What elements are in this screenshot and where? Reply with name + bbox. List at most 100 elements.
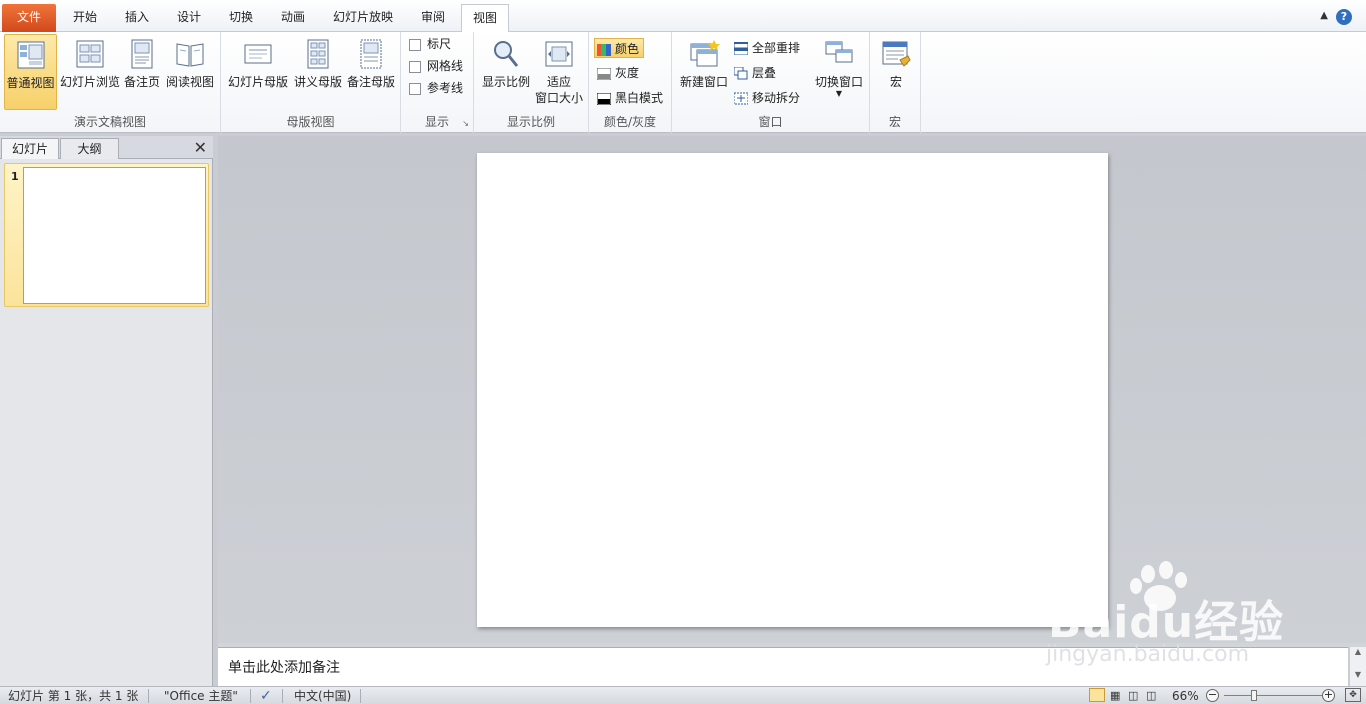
switch-windows-label: 切换窗口 <box>814 75 863 89</box>
slide-info: 幻灯片 第 1 张，共 1 张 <box>8 689 139 703</box>
switch-windows-button[interactable]: 切换窗口 ▼ <box>812 34 866 110</box>
slide-sorter-button[interactable]: 幻灯片浏览 <box>60 34 120 110</box>
group-zoom: 显示比例 适应 窗口大小 显示比例 <box>474 32 589 133</box>
black-white-button[interactable]: 黑白模式 <box>597 88 663 108</box>
theme-name[interactable]: "Office 主题" <box>164 688 238 704</box>
group-window: 新建窗口 全部重排 层叠 移动拆分 切换窗口 ▼ 窗口 <box>672 32 870 133</box>
grayscale-button[interactable]: 灰度 <box>597 63 639 83</box>
cascade-icon <box>734 67 748 80</box>
ruler-label: 标尺 <box>427 37 452 51</box>
scroll-up-icon[interactable]: ▲ <box>1350 647 1366 656</box>
group-label-show: 显示 ↘ <box>424 115 469 129</box>
arrange-all-label: 全部重排 <box>752 41 801 55</box>
minimize-ribbon-icon[interactable]: ▲ <box>1320 10 1328 21</box>
move-split-button[interactable]: 移动拆分 <box>734 88 800 108</box>
group-label-zoom: 显示比例 <box>506 115 555 129</box>
close-icon[interactable]: ✕ <box>194 138 207 157</box>
guides-check-icon <box>409 82 421 95</box>
status-separator <box>250 689 251 703</box>
arrange-all-icon <box>734 42 748 55</box>
gridlines-label: 网格线 <box>427 59 464 73</box>
slide-master-button[interactable]: 幻灯片母版 <box>227 34 289 110</box>
slide-thumbnail[interactable] <box>23 167 206 304</box>
gridlines-check-icon <box>409 60 421 73</box>
tab-animations[interactable]: 动画 <box>268 4 318 32</box>
spell-check-icon[interactable]: ✓ <box>260 688 272 704</box>
fit-slide-icon[interactable]: ✥ <box>1345 688 1361 702</box>
new-window-icon <box>690 40 720 67</box>
normal-view-label: 普通视图 <box>6 76 55 90</box>
tab-slideshow[interactable]: 幻灯片放映 <box>322 4 404 32</box>
reading-view-button[interactable]: 阅读视图 <box>164 34 216 110</box>
ruler-checkbox[interactable]: 标尺 <box>409 34 451 54</box>
normal-view-status-icon[interactable] <box>1089 688 1105 702</box>
notes-master-button[interactable]: 备注母版 <box>346 34 396 110</box>
slide-sorter-status-icon[interactable]: ▦ <box>1110 688 1120 704</box>
group-show: 标尺 网格线 参考线 显示 ↘ <box>401 32 474 133</box>
status-separator <box>148 689 149 703</box>
group-label-color: 颜色/灰度 <box>603 115 657 129</box>
macros-button[interactable]: 宏 <box>876 34 916 110</box>
tab-file[interactable]: 文件 <box>2 4 56 32</box>
guides-checkbox[interactable]: 参考线 <box>409 78 463 98</box>
color-label: 颜色 <box>615 42 640 56</box>
cascade-button[interactable]: 层叠 <box>734 63 776 83</box>
scroll-down-icon[interactable]: ▼ <box>1350 670 1366 679</box>
tab-view[interactable]: 视图 <box>461 4 509 33</box>
fit-window-icon <box>545 41 573 67</box>
ribbon-tab-bar: 文件 开始 插入 设计 切换 动画 幻灯片放映 审阅 视图 ▲ ? <box>0 0 1366 33</box>
color-icon <box>597 43 611 56</box>
reading-view-icon <box>176 43 204 67</box>
tab-review[interactable]: 审阅 <box>408 4 458 32</box>
new-window-button[interactable]: 新建窗口 <box>676 34 732 110</box>
fit-label-line2: 窗口大小 <box>534 91 583 105</box>
slide-thumbnail-item[interactable]: 1 <box>4 163 209 307</box>
tab-design[interactable]: 设计 <box>164 4 214 32</box>
handout-master-icon <box>307 39 329 69</box>
color-button[interactable]: 颜色 <box>594 38 645 58</box>
tab-slides[interactable]: 幻灯片 <box>1 138 59 159</box>
black-white-label: 黑白模式 <box>615 91 664 105</box>
zoom-slider-track[interactable] <box>1224 695 1322 696</box>
slide-sorter-icon <box>76 40 104 68</box>
zoom-slider-thumb[interactable] <box>1251 690 1257 701</box>
group-master-views: 幻灯片母版 讲义母版 备注母版 母版视图 <box>221 32 401 133</box>
zoom-in-button[interactable]: + <box>1322 689 1335 702</box>
black-white-icon <box>597 92 611 105</box>
normal-view-button[interactable]: 普通视图 <box>4 34 57 110</box>
slideshow-status-icon[interactable]: ◫ <box>1146 688 1156 704</box>
slide-master-label: 幻灯片母版 <box>227 75 288 89</box>
group-label-master-views: 母版视图 <box>286 115 335 129</box>
help-icon[interactable]: ? <box>1336 9 1352 25</box>
watermark-brand: Baidu经验 <box>1048 597 1285 648</box>
notes-page-button[interactable]: 备注页 <box>122 34 162 110</box>
macro-icon <box>882 41 911 67</box>
tab-outline[interactable]: 大纲 <box>60 138 119 159</box>
notes-master-label: 备注母版 <box>346 75 395 89</box>
tab-transitions[interactable]: 切换 <box>216 4 266 32</box>
gridlines-checkbox[interactable]: 网格线 <box>409 56 463 76</box>
grayscale-icon <box>597 67 611 80</box>
slide-canvas[interactable] <box>477 153 1108 627</box>
tab-insert[interactable]: 插入 <box>112 4 162 32</box>
notes-scrollbar[interactable]: ▲ ▼ <box>1349 647 1366 686</box>
ruler-check-icon <box>409 38 421 51</box>
zoom-button[interactable]: 显示比例 <box>478 34 534 110</box>
reading-view-status-icon[interactable]: ◫ <box>1128 688 1138 704</box>
dialog-launcher-icon[interactable]: ↘ <box>462 119 469 128</box>
language[interactable]: 中文(中国) <box>294 688 351 704</box>
move-split-icon <box>734 92 748 105</box>
arrange-all-button[interactable]: 全部重排 <box>734 38 800 58</box>
tab-home[interactable]: 开始 <box>60 4 110 32</box>
fit-to-window-button[interactable]: 适应 窗口大小 <box>534 34 584 110</box>
notes-master-icon <box>360 39 382 69</box>
zoom-level[interactable]: 66% <box>1172 688 1199 704</box>
slide-master-icon <box>244 44 272 64</box>
notes-page-icon <box>131 39 153 69</box>
handout-master-button[interactable]: 讲义母版 <box>291 34 345 110</box>
switch-windows-icon <box>825 41 853 63</box>
chevron-down-icon: ▼ <box>835 89 843 98</box>
zoom-out-button[interactable]: − <box>1206 689 1219 702</box>
macros-label: 宏 <box>889 75 902 89</box>
fit-label-line1: 适应 <box>546 75 571 89</box>
